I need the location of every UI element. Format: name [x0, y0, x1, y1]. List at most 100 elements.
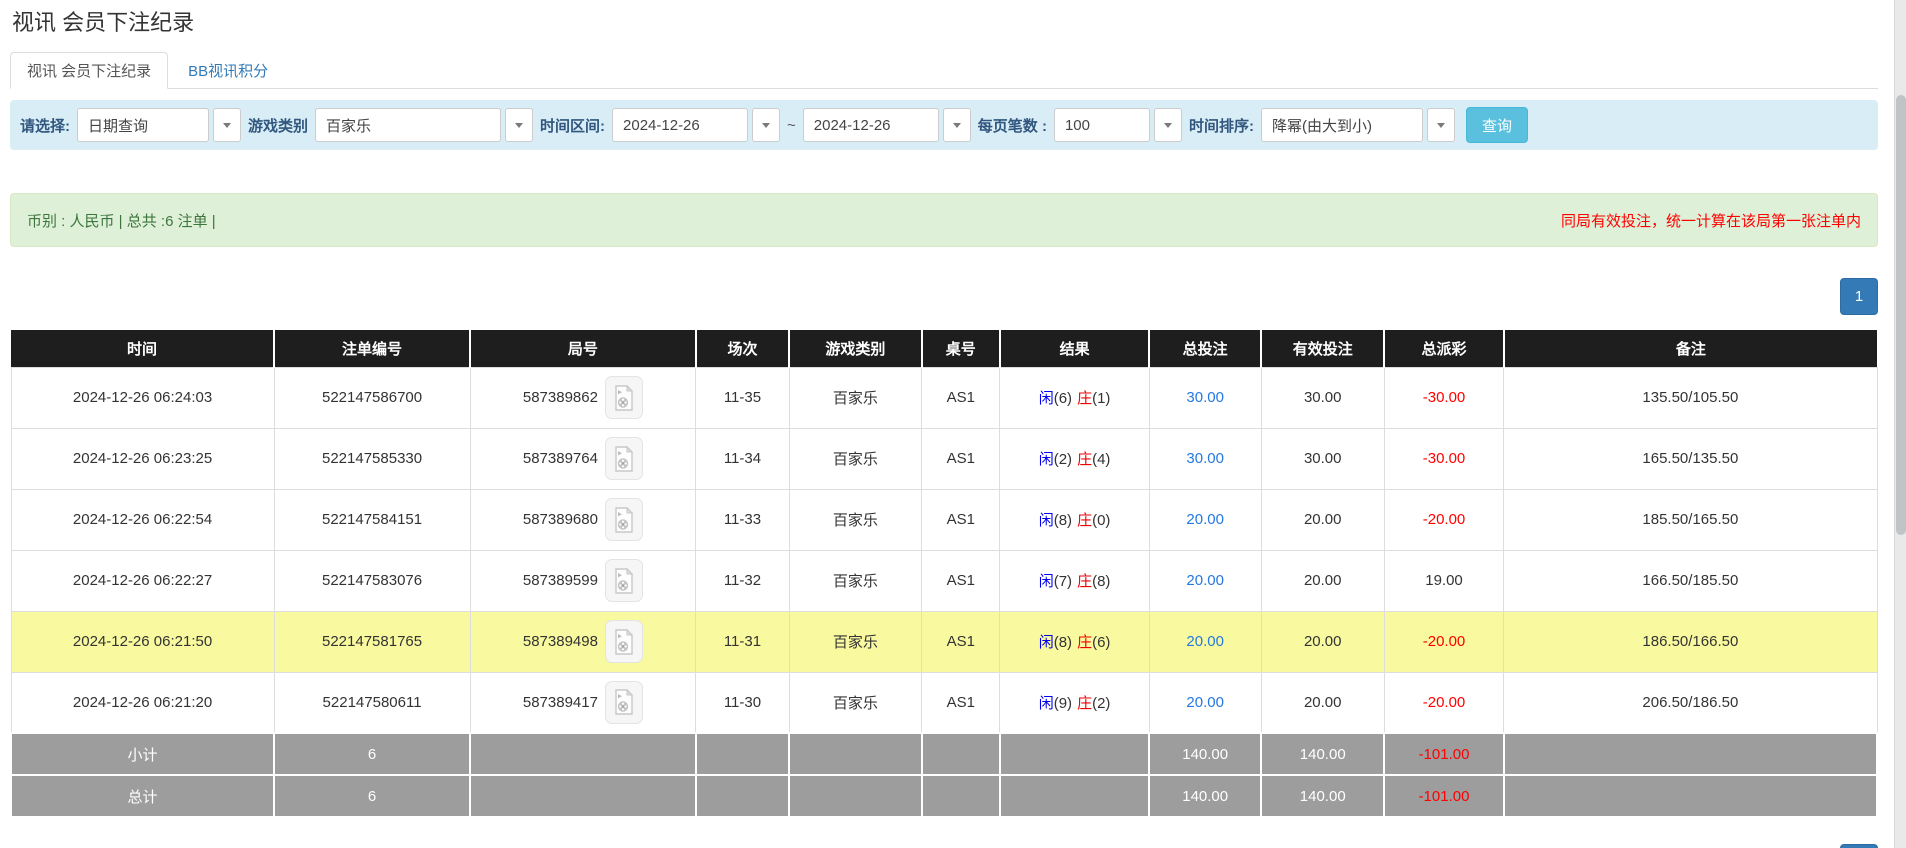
cell-total-bet[interactable]: 20.00 — [1149, 550, 1261, 611]
cell-table-number: AS1 — [922, 489, 1000, 550]
result-player: 闲 — [1039, 451, 1054, 468]
cell-note: 206.50/186.50 — [1504, 672, 1877, 733]
tab-bb-video-points[interactable]: BB视讯积分 — [172, 53, 284, 88]
cell-note: 165.50/135.50 — [1504, 428, 1877, 489]
summary-valid-bet: 140.00 — [1261, 733, 1384, 775]
round-number: 587389862 — [523, 389, 598, 406]
caret-down-icon[interactable] — [213, 108, 241, 142]
caret-down-icon[interactable] — [1427, 108, 1455, 142]
summary-empty-cell — [470, 775, 696, 817]
column-header-2: 局号 — [470, 330, 696, 367]
cell-valid-bet: 30.00 — [1261, 428, 1384, 489]
search-button[interactable]: 查询 — [1466, 107, 1528, 143]
cell-round: 587389417 — [470, 672, 696, 733]
cell-bet-id: 522147585330 — [274, 428, 470, 489]
cell-time: 2024-12-26 06:22:54 — [11, 489, 274, 550]
cell-session: 11-34 — [696, 428, 789, 489]
cell-valid-bet: 20.00 — [1261, 489, 1384, 550]
caret-down-icon[interactable] — [505, 108, 533, 142]
cell-session: 11-30 — [696, 672, 789, 733]
cell-payout: -20.00 — [1384, 672, 1503, 733]
vertical-scrollbar[interactable] — [1894, 0, 1906, 848]
summary-total-bet: 140.00 — [1149, 733, 1261, 775]
sort-order-value[interactable]: 降幂(由大到小) — [1261, 108, 1423, 142]
cell-total-bet[interactable]: 30.00 — [1149, 428, 1261, 489]
page-size-value[interactable]: 100 — [1054, 108, 1150, 142]
sort-order-select[interactable]: 降幂(由大到小) — [1261, 108, 1455, 142]
result-banker: 庄 — [1077, 695, 1092, 712]
column-header-10: 备注 — [1504, 330, 1877, 367]
cell-total-bet[interactable]: 20.00 — [1149, 672, 1261, 733]
cell-game-type: 百家乐 — [789, 489, 921, 550]
round-number: 587389764 — [523, 450, 598, 467]
result-banker-score: (4) — [1092, 451, 1110, 468]
cell-valid-bet: 30.00 — [1261, 367, 1384, 428]
page-1-button[interactable]: 1 — [1840, 278, 1878, 315]
cell-total-bet[interactable]: 30.00 — [1149, 367, 1261, 428]
round-number: 587389599 — [523, 572, 598, 589]
caret-down-icon[interactable] — [943, 108, 971, 142]
video-file-icon — [614, 446, 634, 472]
cell-table-number: AS1 — [922, 428, 1000, 489]
table-row: 2024-12-26 06:21:50 522147581765 5873894… — [11, 611, 1877, 672]
game-type-value[interactable]: 百家乐 — [315, 108, 501, 142]
table-footer: 小计 6 140.00 140.00 -101.00 总计 6 140.00 1… — [11, 733, 1877, 817]
column-header-6: 结果 — [1000, 330, 1149, 367]
cell-payout: -30.00 — [1384, 428, 1503, 489]
video-playback-button[interactable] — [605, 559, 643, 602]
table-body: 2024-12-26 06:24:03 522147586700 5873898… — [11, 367, 1877, 733]
cell-valid-bet: 20.00 — [1261, 611, 1384, 672]
video-playback-button[interactable] — [605, 681, 643, 724]
video-playback-button[interactable] — [605, 376, 643, 419]
video-playback-button[interactable] — [605, 498, 643, 541]
table-row: 2024-12-26 06:22:27 522147583076 5873895… — [11, 550, 1877, 611]
cell-table-number: AS1 — [922, 672, 1000, 733]
page-1-button[interactable]: 1 — [1840, 844, 1878, 848]
cell-payout: -20.00 — [1384, 489, 1503, 550]
summary-count: 6 — [274, 733, 470, 775]
cell-total-bet[interactable]: 20.00 — [1149, 489, 1261, 550]
date-from-value[interactable]: 2024-12-26 — [612, 108, 748, 142]
video-playback-button[interactable] — [605, 620, 643, 663]
result-player-score: (7) — [1054, 573, 1072, 590]
tab-bar: 视讯 会员下注纪录 BB视讯积分 — [10, 55, 1878, 89]
column-header-4: 游戏类别 — [789, 330, 921, 367]
date-range-separator: ~ — [787, 117, 796, 134]
page-size-select[interactable]: 100 — [1054, 108, 1182, 142]
table-header-row: 时间注单编号局号场次游戏类别桌号结果总投注有效投注总派彩备注 — [11, 330, 1877, 367]
cell-valid-bet: 20.00 — [1261, 672, 1384, 733]
result-player-score: (8) — [1054, 512, 1072, 529]
caret-down-icon[interactable] — [752, 108, 780, 142]
result-banker-score: (1) — [1092, 390, 1110, 407]
table-header: 时间注单编号局号场次游戏类别桌号结果总投注有效投注总派彩备注 — [11, 330, 1877, 367]
table-row: 2024-12-26 06:22:54 522147584151 5873896… — [11, 489, 1877, 550]
game-type-select[interactable]: 百家乐 — [315, 108, 533, 142]
cell-table-number: AS1 — [922, 367, 1000, 428]
query-type-label: 请选择: — [20, 115, 70, 136]
query-type-select[interactable]: 日期查询 — [77, 108, 241, 142]
round-number: 587389680 — [523, 511, 598, 528]
scrollbar-thumb[interactable] — [1896, 95, 1906, 535]
date-to-value[interactable]: 2024-12-26 — [803, 108, 939, 142]
date-from-select[interactable]: 2024-12-26 — [612, 108, 780, 142]
cell-round: 587389498 — [470, 611, 696, 672]
sort-order-label: 时间排序: — [1189, 115, 1254, 136]
cell-game-type: 百家乐 — [789, 367, 921, 428]
cell-payout: -30.00 — [1384, 367, 1503, 428]
date-to-select[interactable]: 2024-12-26 — [803, 108, 971, 142]
video-file-icon — [614, 385, 634, 411]
cell-total-bet[interactable]: 20.00 — [1149, 611, 1261, 672]
caret-down-icon[interactable] — [1154, 108, 1182, 142]
cell-session: 11-32 — [696, 550, 789, 611]
summary-valid-bet: 140.00 — [1261, 775, 1384, 817]
summary-empty-cell — [922, 733, 1000, 775]
cell-result: 闲(8)庄(6) — [1000, 611, 1149, 672]
summary-empty-cell — [1000, 733, 1149, 775]
cell-time: 2024-12-26 06:21:20 — [11, 672, 274, 733]
result-banker: 庄 — [1077, 451, 1092, 468]
cell-result: 闲(9)庄(2) — [1000, 672, 1149, 733]
video-playback-button[interactable] — [605, 437, 643, 480]
tab-betting-records[interactable]: 视讯 会员下注纪录 — [10, 52, 168, 89]
summary-empty-cell — [789, 733, 921, 775]
query-type-value[interactable]: 日期查询 — [77, 108, 209, 142]
